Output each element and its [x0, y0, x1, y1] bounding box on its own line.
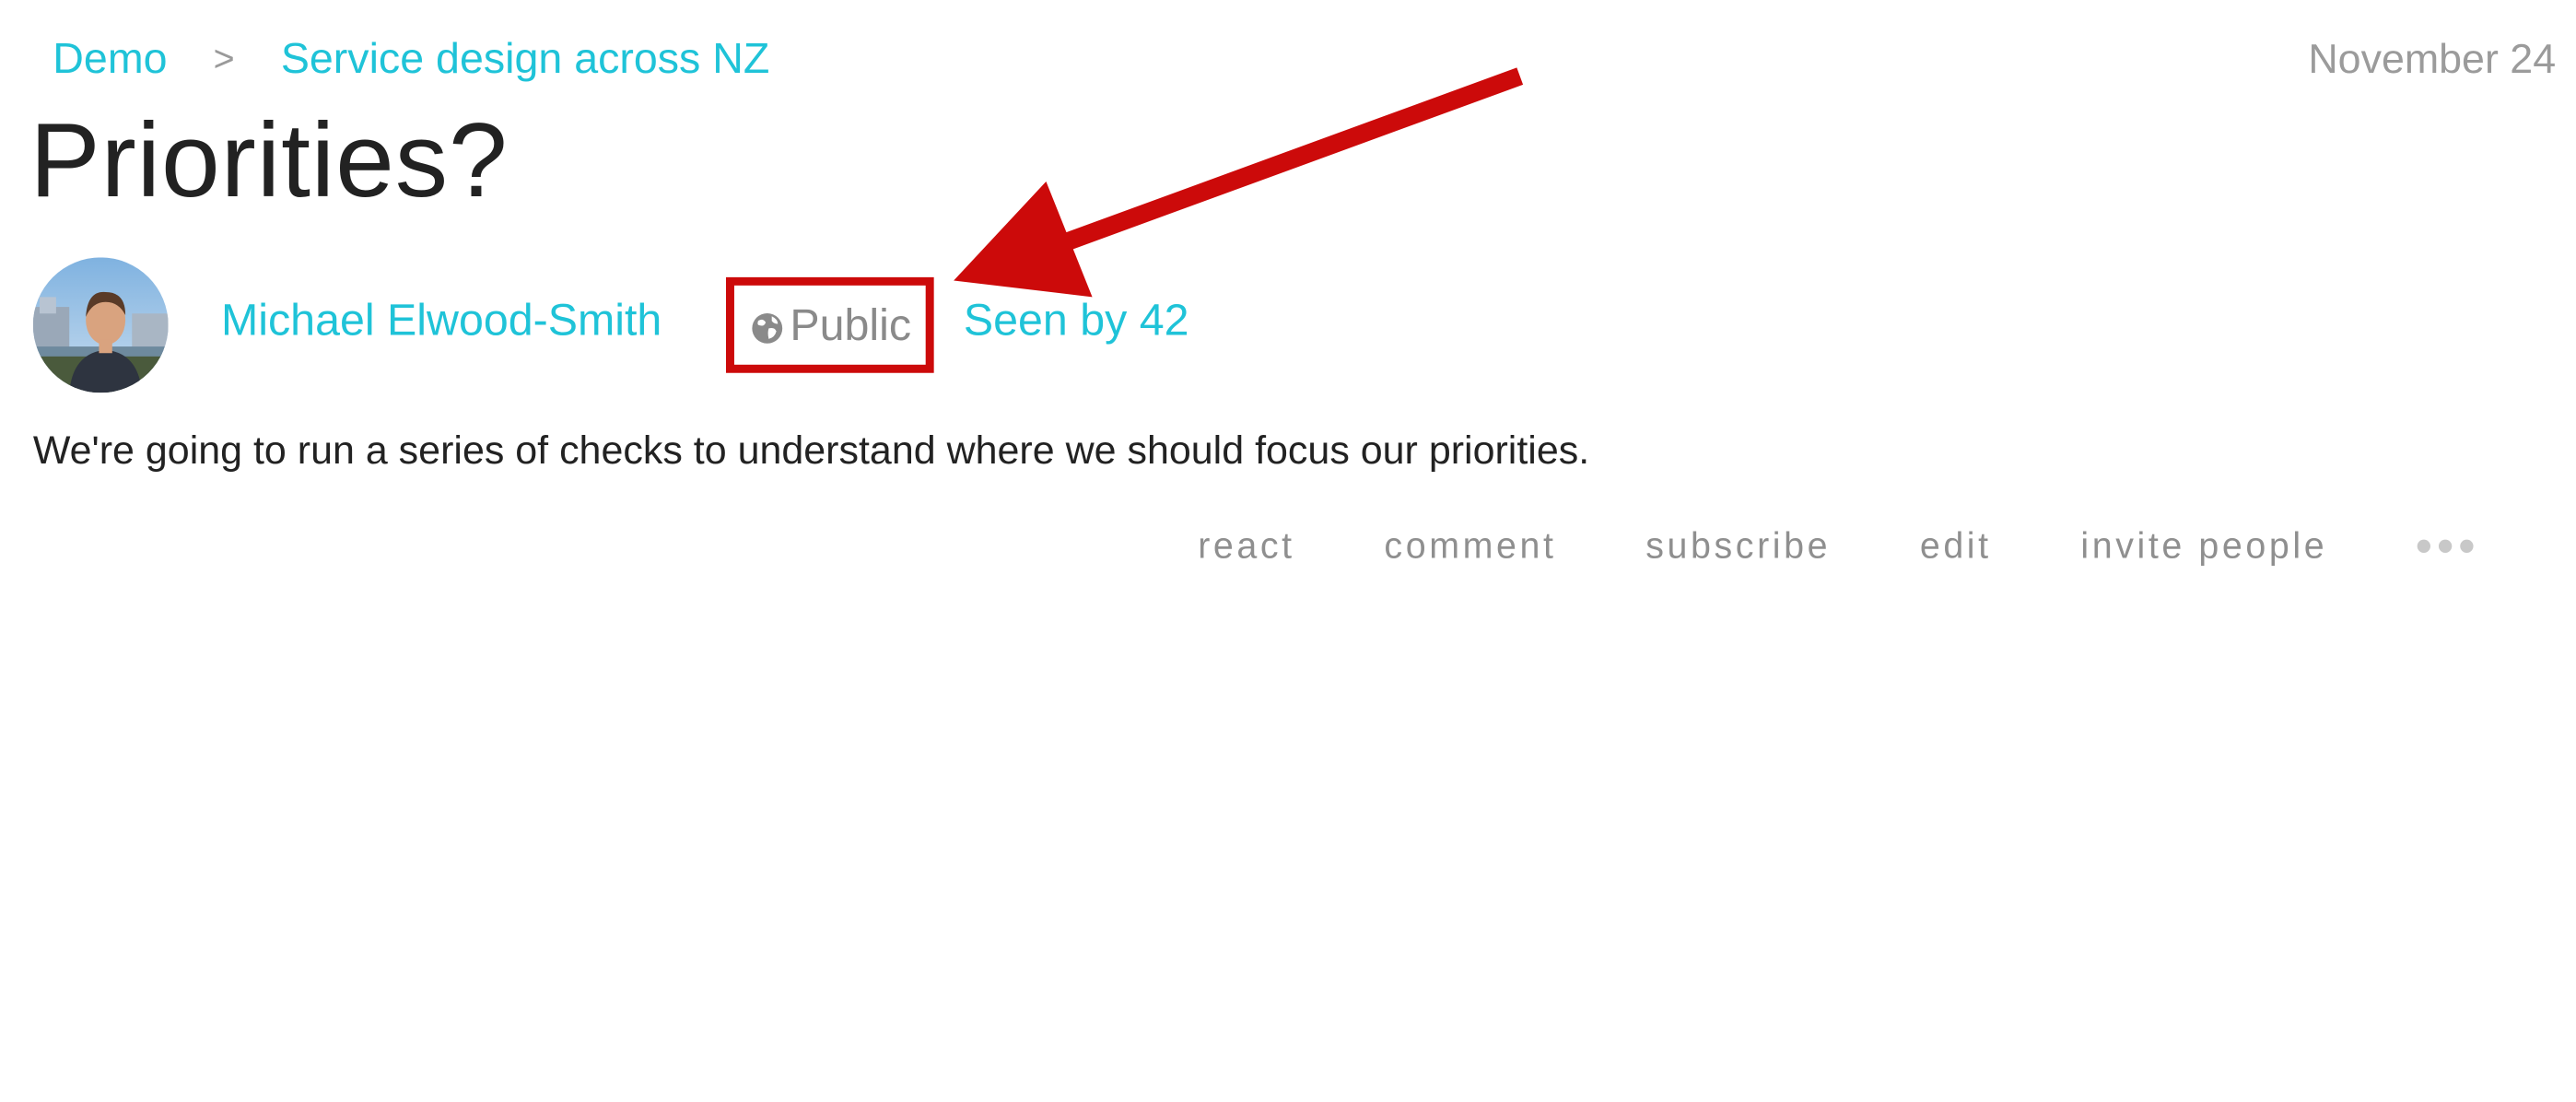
- more-horizontal-icon[interactable]: [2416, 539, 2473, 553]
- post-actions: react comment subscribe edit invite peop…: [1198, 525, 2473, 569]
- visibility-label: Public: [790, 299, 912, 349]
- post-body: We're going to run a series of checks to…: [32, 428, 1590, 474]
- author-name[interactable]: Michael Elwood-Smith: [221, 296, 662, 347]
- breadcrumb-item-group[interactable]: Demo: [53, 33, 167, 85]
- page: Demo > Service design across NZ November…: [0, 0, 2576, 1102]
- react-button[interactable]: react: [1198, 525, 1295, 569]
- visibility-badge[interactable]: Public: [725, 276, 934, 373]
- page-title: Priorities?: [29, 100, 509, 220]
- post-view: Demo > Service design across NZ November…: [0, 0, 2576, 615]
- invite-people-button[interactable]: invite people: [2080, 525, 2327, 569]
- globe-icon: [751, 312, 782, 344]
- breadcrumb-item-thread[interactable]: Service design across NZ: [281, 33, 770, 85]
- edit-button[interactable]: edit: [1920, 525, 1992, 569]
- subscribe-button[interactable]: subscribe: [1645, 525, 1831, 569]
- avatar[interactable]: [32, 257, 169, 393]
- post-date: November 24: [2308, 36, 2557, 83]
- breadcrumb-separator: >: [213, 37, 235, 79]
- seen-by-link[interactable]: Seen by 42: [964, 296, 1189, 347]
- breadcrumb: Demo > Service design across NZ: [53, 33, 769, 85]
- comment-button[interactable]: comment: [1384, 525, 1556, 569]
